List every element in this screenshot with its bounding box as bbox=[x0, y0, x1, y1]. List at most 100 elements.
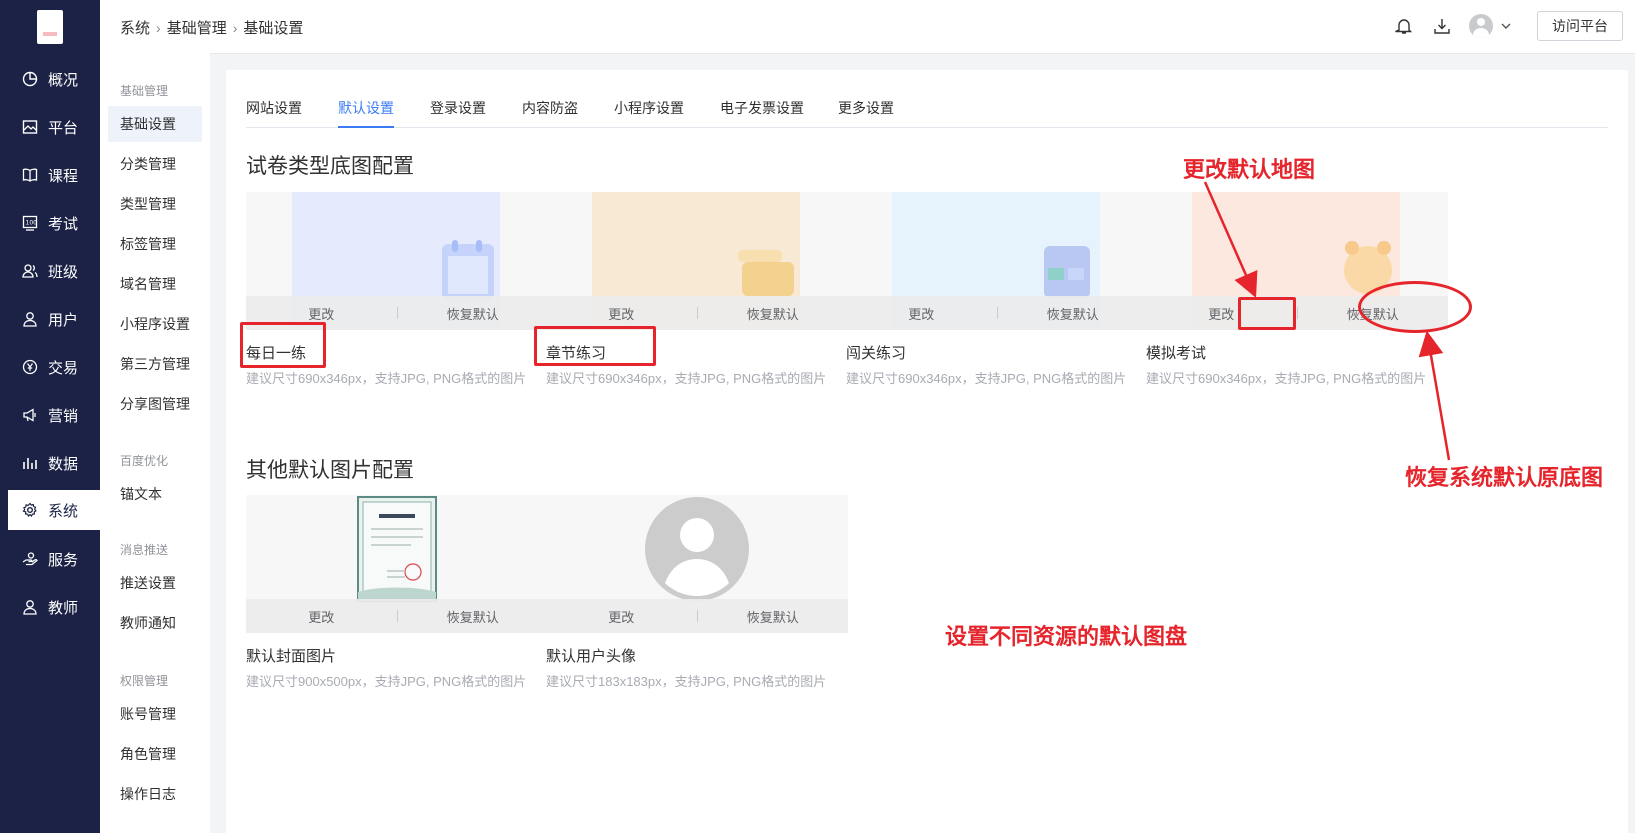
nav-item-user[interactable]: 用户 bbox=[0, 300, 100, 338]
sub-item-roles[interactable]: 角色管理 bbox=[108, 736, 202, 772]
user-avatar-placeholder-icon bbox=[645, 497, 749, 601]
card-actions: 更改 恢复默认 bbox=[546, 599, 848, 633]
card-image: 更改 恢复默认 bbox=[846, 192, 1148, 330]
change-button[interactable]: 更改 bbox=[246, 607, 397, 626]
restore-default-button[interactable]: 恢复默认 bbox=[998, 304, 1149, 323]
main-panel: 网站设置 默认设置 登录设置 内容防盗 小程序设置 电子发票设置 更多设置 试卷… bbox=[226, 70, 1628, 833]
annotation-restore-note: 恢复系统默认原底图 bbox=[1405, 465, 1604, 491]
sub-item-push-settings[interactable]: 推送设置 bbox=[108, 565, 202, 601]
sub-item-basic-settings[interactable]: 基础设置 bbox=[108, 106, 202, 142]
nav-item-service[interactable]: 服务 bbox=[0, 540, 100, 578]
highlight-circle bbox=[1358, 281, 1472, 333]
section-title: 其他默认图片配置 bbox=[246, 459, 414, 482]
breadcrumb-item: 基础设置 bbox=[243, 20, 304, 37]
card-hint: 建议尺寸690x346px，支持JPG, PNG格式的图片 bbox=[1146, 371, 1427, 386]
card-actions: 更改 恢复默认 bbox=[846, 296, 1148, 330]
menu-group-title: 消息推送 bbox=[120, 543, 169, 557]
card-name: 闯关练习 bbox=[846, 345, 907, 362]
nav-item-course[interactable]: 课程 bbox=[0, 156, 100, 194]
hand-icon bbox=[22, 551, 38, 567]
nav-label: 数据 bbox=[48, 455, 79, 473]
chevron-right-icon: › bbox=[156, 19, 161, 36]
avatar bbox=[1469, 14, 1493, 38]
change-button[interactable]: 更改 bbox=[846, 304, 997, 323]
breadcrumb-item[interactable]: 基础管理 bbox=[167, 17, 227, 38]
tab-default[interactable]: 默认设置 bbox=[338, 98, 394, 128]
user-menu[interactable] bbox=[1469, 14, 1513, 38]
tab-anti-theft[interactable]: 内容防盗 bbox=[522, 98, 578, 128]
annotation-set-note: 设置不同资源的默认图盘 bbox=[945, 624, 1188, 650]
bell-icon[interactable] bbox=[1393, 15, 1415, 37]
sub-item-accounts[interactable]: 账号管理 bbox=[108, 696, 202, 732]
sub-item-operation-log[interactable]: 操作日志 bbox=[108, 776, 202, 812]
tab-website[interactable]: 网站设置 bbox=[246, 98, 302, 128]
card-hint: 建议尺寸690x346px，支持JPG, PNG格式的图片 bbox=[846, 371, 1127, 386]
certificate-illustration bbox=[357, 496, 437, 602]
nav-item-marketing[interactable]: 营销 bbox=[0, 396, 100, 434]
visit-platform-button[interactable]: 访问平台 bbox=[1537, 11, 1623, 41]
card-hint: 建议尺寸690x346px，支持JPG, PNG格式的图片 bbox=[246, 371, 527, 386]
nav-label: 交易 bbox=[48, 359, 79, 377]
sub-item-category[interactable]: 分类管理 bbox=[108, 146, 202, 182]
nav-label: 概况 bbox=[48, 71, 79, 89]
sub-item-share-image[interactable]: 分享图管理 bbox=[108, 386, 202, 422]
restore-default-button[interactable]: 恢复默认 bbox=[398, 304, 549, 323]
card-default-avatar: 更改 恢复默认 默认用户头像 建议尺寸183x183px，支持JPG, PNG格… bbox=[546, 495, 848, 690]
tab-login[interactable]: 登录设置 bbox=[430, 98, 486, 128]
book-icon bbox=[22, 167, 38, 183]
yen-icon bbox=[22, 359, 38, 375]
tab-more[interactable]: 更多设置 bbox=[838, 98, 894, 128]
nav-label: 班级 bbox=[48, 263, 79, 281]
sub-item-miniprogram[interactable]: 小程序设置 bbox=[108, 306, 202, 342]
nav-item-overview[interactable]: 概况 bbox=[0, 60, 100, 98]
card-name: 默认封面图片 bbox=[246, 648, 337, 665]
menu-group-title: 基础管理 bbox=[120, 84, 169, 98]
nav-item-teacher[interactable]: 教师 bbox=[0, 588, 100, 626]
nav-label: 用户 bbox=[48, 311, 79, 329]
sub-item-domain[interactable]: 域名管理 bbox=[108, 266, 202, 302]
highlight-box bbox=[534, 326, 656, 366]
header-actions: 访问平台 bbox=[1377, 11, 1623, 41]
bar-chart-icon bbox=[22, 455, 38, 471]
score-icon: 100 bbox=[22, 215, 38, 231]
tab-miniprogram[interactable]: 小程序设置 bbox=[614, 98, 684, 128]
nav-item-data[interactable]: 数据 bbox=[0, 444, 100, 482]
change-button[interactable]: 更改 bbox=[546, 607, 697, 626]
nav-label: 系统 bbox=[48, 502, 79, 520]
megaphone-icon bbox=[22, 407, 38, 423]
restore-default-button[interactable]: 恢复默认 bbox=[398, 607, 549, 626]
card-hint: 建议尺寸690x346px，支持JPG, PNG格式的图片 bbox=[546, 371, 827, 386]
restore-default-button[interactable]: 恢复默认 bbox=[698, 304, 849, 323]
card-image: 更改 恢复默认 bbox=[546, 192, 848, 330]
change-button[interactable]: 更改 bbox=[546, 304, 697, 323]
nav-item-class[interactable]: 班级 bbox=[0, 252, 100, 290]
breadcrumb-item[interactable]: 系统 bbox=[120, 17, 150, 38]
sub-item-third-party[interactable]: 第三方管理 bbox=[108, 346, 202, 382]
teacher-icon bbox=[22, 599, 38, 615]
nav-label: 营销 bbox=[48, 407, 79, 425]
download-icon[interactable] bbox=[1431, 15, 1453, 37]
card-level-practice: 更改 恢复默认 闯关练习 建议尺寸690x346px，支持JPG, PNG格式的… bbox=[846, 192, 1148, 387]
highlight-box bbox=[1238, 297, 1296, 330]
change-button[interactable]: 更改 bbox=[246, 304, 397, 323]
chevron-down-icon bbox=[1501, 23, 1511, 29]
nav-item-platform[interactable]: 平台 bbox=[0, 108, 100, 146]
card-default-cover: 更改 恢复默认 默认封面图片 建议尺寸900x500px，支持JPG, PNG格… bbox=[246, 495, 548, 690]
pie-chart-icon bbox=[22, 71, 38, 87]
svg-text:100: 100 bbox=[26, 220, 38, 227]
tab-invoice[interactable]: 电子发票设置 bbox=[720, 98, 804, 128]
restore-default-button[interactable]: 恢复默认 bbox=[698, 607, 849, 626]
nav-item-trade[interactable]: 交易 bbox=[0, 348, 100, 386]
sub-item-type[interactable]: 类型管理 bbox=[108, 186, 202, 222]
menu-group-title: 百度优化 bbox=[120, 454, 169, 468]
card-name: 默认用户头像 bbox=[546, 648, 637, 665]
nav-item-system[interactable]: 系统 bbox=[8, 490, 100, 530]
nav-label: 服务 bbox=[48, 551, 79, 569]
card-image: 更改 恢复默认 bbox=[546, 495, 848, 633]
nav-item-exam[interactable]: 100 考试 bbox=[0, 204, 100, 242]
card-hint: 建议尺寸900x500px，支持JPG, PNG格式的图片 bbox=[246, 674, 527, 689]
sub-item-teacher-notice[interactable]: 教师通知 bbox=[108, 605, 202, 641]
app-logo bbox=[37, 10, 63, 44]
sub-item-tag[interactable]: 标签管理 bbox=[108, 226, 202, 262]
sub-item-anchor-text[interactable]: 锚文本 bbox=[108, 476, 202, 512]
